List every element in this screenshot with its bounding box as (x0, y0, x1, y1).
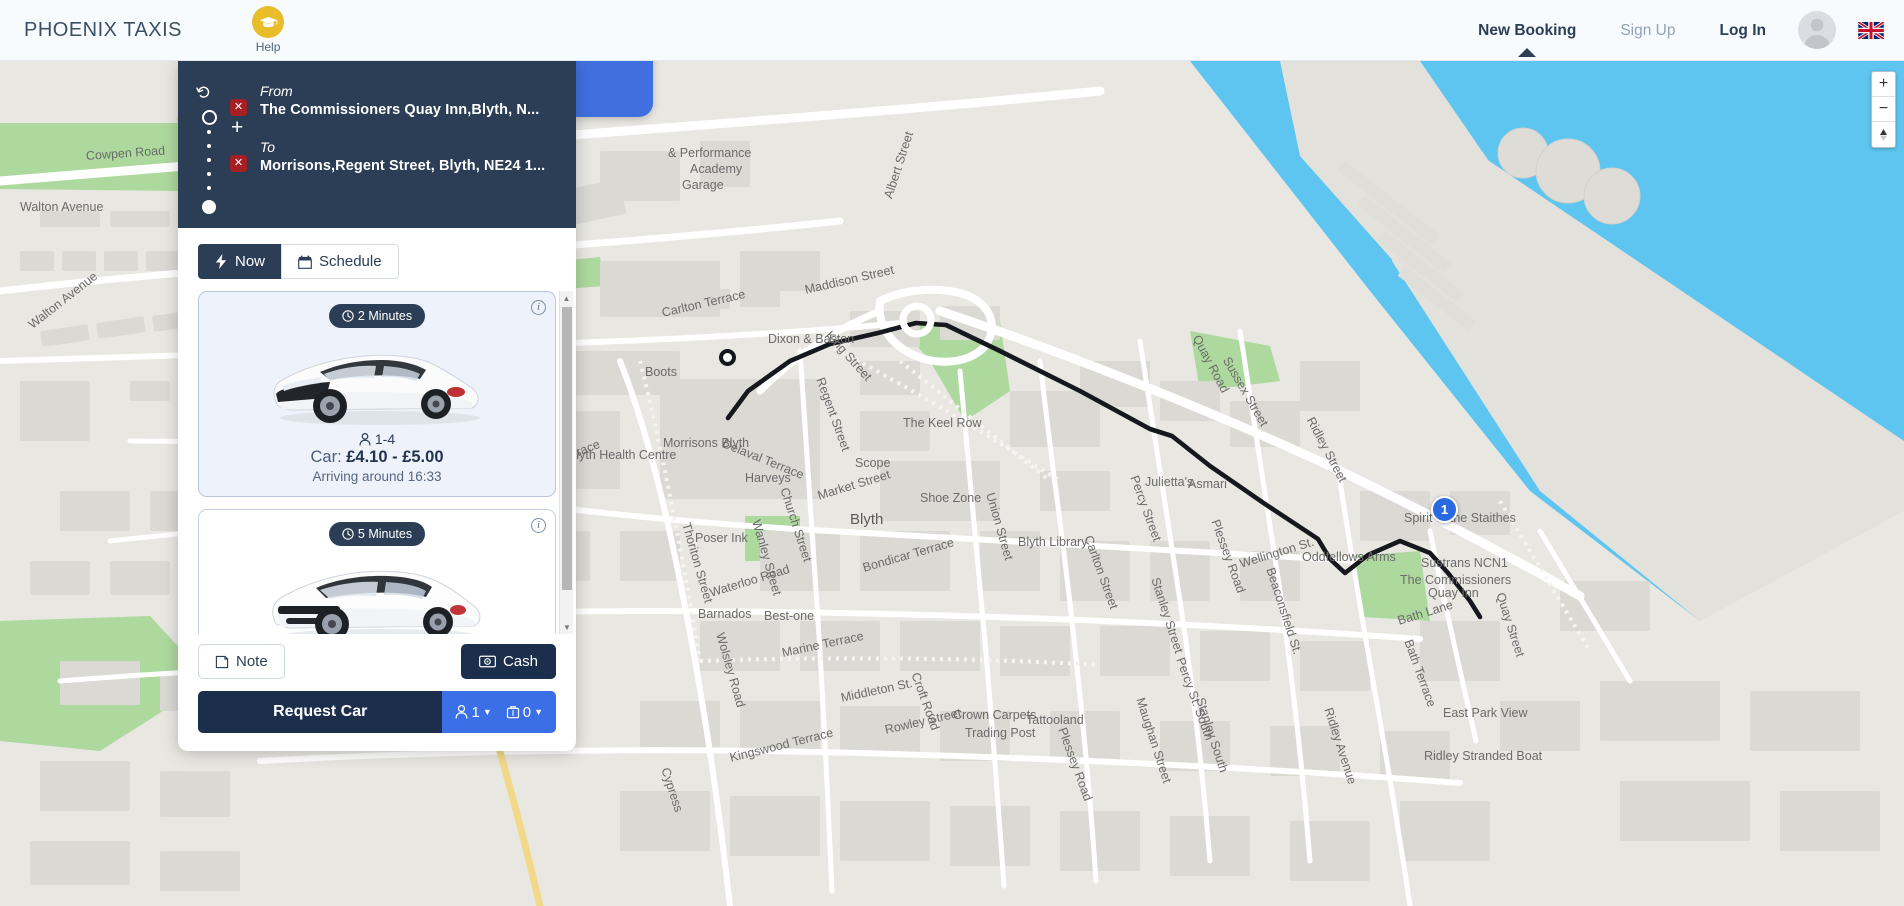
compass-glyph (1880, 128, 1887, 141)
cash-button-label: Cash (502, 653, 538, 670)
scrollbar-thumb[interactable] (562, 307, 572, 590)
luggage-count-value: 0 (522, 703, 532, 721)
request-car-button[interactable]: Request Car (198, 691, 443, 733)
avatar-glyph (1804, 18, 1830, 49)
info-icon[interactable]: i (531, 518, 546, 533)
remove-to-icon[interactable]: ✕ (230, 155, 247, 172)
from-value[interactable]: The Commissioners Quay Inn,Blyth, N... (260, 102, 539, 118)
add-stop-icon[interactable]: + (230, 117, 560, 138)
vehicle-card-6passenger[interactable]: i 5 Minutes (198, 509, 556, 634)
nav-log-in[interactable]: Log In (1698, 0, 1789, 61)
note-icon (215, 655, 229, 668)
to-label: To (260, 139, 276, 155)
route-dots (207, 130, 228, 190)
undo-glyph (196, 86, 210, 98)
help-button[interactable]: Help (238, 6, 298, 54)
person-icon (359, 432, 371, 446)
lightning-icon (215, 254, 227, 269)
main-nav: New Booking Sign Up Log In (1456, 0, 1904, 61)
from-label: From (260, 83, 293, 99)
to-value[interactable]: Morrisons,Regent Street, Blyth, NE24 1..… (260, 158, 545, 174)
to-row[interactable]: ✕ To Morrisons,Regent Street, Blyth, NE2… (230, 139, 560, 174)
user-avatar-icon[interactable] (1798, 11, 1836, 49)
vehicle-card-car[interactable]: i 2 Minutes 1-4 Car: £4.10 - £5.00 Arriv… (198, 291, 556, 497)
mpv-car-glyph (271, 570, 480, 634)
counters-group: 1 ▼ 0 ▼ (442, 691, 556, 733)
nav-new-booking[interactable]: New Booking (1456, 0, 1598, 61)
vehicle-list-scrollbar[interactable]: ▲ ▼ (559, 291, 573, 634)
tab-now-label: Now (235, 253, 266, 270)
scroll-up-button[interactable]: ▲ (560, 291, 573, 305)
person-icon (456, 705, 468, 719)
address-fields: ✕ From The Commissioners Quay Inn,Blyth,… (228, 83, 560, 208)
uk-flag-icon[interactable] (1858, 21, 1884, 39)
zoom-in-button[interactable]: + (1872, 72, 1895, 97)
cash-icon (479, 655, 496, 668)
price-car: Car: £4.10 - £5.00 (209, 448, 545, 467)
brand-logo[interactable]: PHOENIX TAXIS (24, 19, 182, 42)
passenger-count-stepper[interactable]: 1 ▼ (455, 703, 492, 721)
booking-actions: Note Cash (178, 634, 576, 685)
remove-from-icon[interactable]: ✕ (230, 99, 247, 116)
luggage-count-stepper[interactable]: 0 ▼ (506, 704, 543, 721)
origin-dot-icon (202, 110, 217, 125)
from-text[interactable]: From The Commissioners Quay Inn,Blyth, N… (247, 83, 539, 118)
zoom-out-button[interactable]: − (1872, 97, 1895, 122)
saloon-car-glyph (272, 354, 480, 425)
tab-schedule-label: Schedule (319, 253, 382, 270)
eta-badge-car: 2 Minutes (328, 304, 426, 328)
nav-sign-up[interactable]: Sign Up (1598, 0, 1697, 61)
arriving-car: Arriving around 16:33 (312, 469, 442, 484)
tab-schedule[interactable]: Schedule (281, 244, 399, 279)
car-image-mpv (209, 552, 545, 634)
info-icon[interactable]: i (531, 300, 546, 315)
from-row[interactable]: ✕ From The Commissioners Quay Inn,Blyth,… (230, 83, 560, 118)
destination-dot-icon (719, 349, 736, 366)
booking-body: Now Schedule i 2 Minutes 1-4 Car: £4.10 … (178, 228, 576, 751)
luggage-icon (506, 706, 519, 719)
scroll-down-button[interactable]: ▼ (560, 620, 574, 634)
price-car-label: Car: (310, 448, 342, 466)
clock-icon (342, 528, 354, 540)
price-car-value: £4.10 - £5.00 (346, 448, 444, 466)
undo-icon[interactable] (196, 85, 228, 103)
graduation-cap-glyph (259, 16, 277, 28)
calendar-icon (298, 255, 312, 269)
map-zoom-controls[interactable]: + − (1871, 71, 1896, 148)
route-rail (194, 83, 228, 214)
request-row: Request Car 1 ▼ 0 ▼ (178, 685, 576, 751)
phoenix-taxis-app: Cowpen RoadLaburnumGoschen StreetStephen… (0, 0, 1904, 906)
cash-button[interactable]: Cash (460, 644, 556, 679)
graduation-cap-icon (252, 6, 285, 38)
address-card: ✕ From The Commissioners Quay Inn,Blyth,… (178, 61, 576, 228)
tab-now[interactable]: Now (198, 244, 282, 279)
destination-dot-rail-icon (202, 200, 216, 214)
help-label: Help (255, 40, 281, 54)
clock-icon (342, 310, 354, 322)
note-button-label: Note (236, 653, 268, 670)
note-button[interactable]: Note (198, 644, 285, 679)
chevron-down-icon: ▼ (534, 707, 543, 717)
booking-panel: ✕ From The Commissioners Quay Inn,Blyth,… (178, 61, 576, 751)
seats-car: 1-4 (209, 431, 545, 447)
to-text[interactable]: To Morrisons,Regent Street, Blyth, NE24 … (247, 139, 545, 174)
vehicle-list[interactable]: i 2 Minutes 1-4 Car: £4.10 - £5.00 Arriv… (178, 291, 576, 634)
chevron-down-icon: ▼ (482, 707, 492, 717)
top-header: PHOENIX TAXIS Help New Booking Sign Up L… (0, 0, 1904, 61)
compass-icon[interactable] (1872, 122, 1895, 147)
eta-mpv-label: 5 Minutes (357, 527, 413, 541)
eta-car-label: 2 Minutes (357, 309, 413, 323)
passenger-count-value: 1 (471, 703, 480, 721)
when-tabs: Now Schedule (178, 228, 576, 291)
seats-car-label: 1-4 (374, 431, 396, 447)
car-image-saloon (209, 334, 545, 429)
pickup-marker-1[interactable]: 1 (1431, 496, 1458, 523)
eta-badge-mpv: 5 Minutes (328, 522, 426, 546)
